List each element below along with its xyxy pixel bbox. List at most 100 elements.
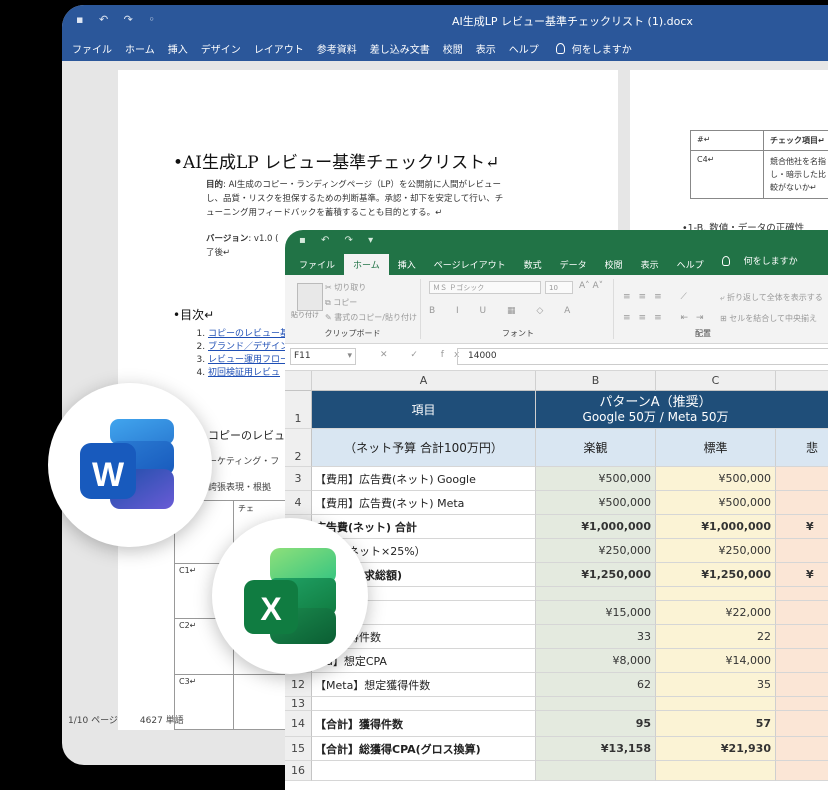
cell-label[interactable]: 【費用】広告費(ネット) Google xyxy=(312,467,536,491)
cell-pessimistic[interactable]: ¥ xyxy=(776,515,828,539)
tab-mailings[interactable]: 差し込み文書 xyxy=(370,41,430,56)
cell-optimistic[interactable]: ¥500,000 xyxy=(536,467,656,491)
paste-button[interactable]: 貼り付け xyxy=(291,310,319,320)
cell-standard[interactable] xyxy=(656,587,776,601)
tab-review[interactable]: 校閲 xyxy=(596,254,632,275)
column-header-d[interactable] xyxy=(776,371,828,391)
column-header-a[interactable]: A xyxy=(312,371,536,391)
wrap-text-button[interactable]: ⤶ 折り返して全体を表示する xyxy=(720,287,823,308)
column-header-c[interactable]: C xyxy=(656,371,776,391)
cell-standard[interactable]: ¥1,000,000 xyxy=(656,515,776,539)
cell-label[interactable]: 【合計】総獲得CPA(グロス換算) xyxy=(312,737,536,761)
tab-insert[interactable]: 挿入 xyxy=(389,254,425,275)
row-header[interactable]: 15 xyxy=(285,737,312,761)
cell-standard[interactable]: ¥250,000 xyxy=(656,539,776,563)
cell-standard[interactable]: 35 xyxy=(656,673,776,697)
cell-pessimistic[interactable] xyxy=(776,737,828,761)
row-header[interactable]: 2 xyxy=(285,429,312,467)
cell-standard[interactable]: ¥21,930 xyxy=(656,737,776,761)
cell-pessimistic[interactable] xyxy=(776,711,828,737)
cell-standard[interactable] xyxy=(656,761,776,781)
cell-standard[interactable]: ¥1,250,000 xyxy=(656,563,776,587)
row-header[interactable]: 4 xyxy=(285,491,312,515)
clipboard-icon[interactable] xyxy=(297,283,323,311)
cell-pessimistic[interactable] xyxy=(776,761,828,781)
cell-optimistic[interactable]: ¥8,000 xyxy=(536,649,656,673)
cell-optimistic[interactable] xyxy=(536,587,656,601)
format-painter-button[interactable]: ✎ 書式のコピー/貼り付け xyxy=(325,310,417,325)
select-all-corner[interactable] xyxy=(285,371,312,391)
cell-optimistic[interactable]: ¥1,000,000 xyxy=(536,515,656,539)
row-header[interactable]: 14 xyxy=(285,711,312,737)
cell-pessimistic[interactable]: ¥ xyxy=(776,563,828,587)
row-header[interactable]: 3 xyxy=(285,467,312,491)
row-header[interactable]: 1 xyxy=(285,391,312,429)
cell-standard[interactable]: 22 xyxy=(656,625,776,649)
cell-standard[interactable] xyxy=(656,697,776,711)
row-header[interactable]: 12 xyxy=(285,673,312,697)
cell-standard[interactable]: ¥500,000 xyxy=(656,491,776,515)
cut-button[interactable]: ✂ 切り取り xyxy=(325,280,417,295)
cell-label[interactable] xyxy=(312,697,536,711)
cell-optimistic[interactable]: ¥250,000 xyxy=(536,539,656,563)
tab-view[interactable]: 表示 xyxy=(632,254,668,275)
tab-layout[interactable]: レイアウト xyxy=(254,41,304,56)
tab-references[interactable]: 参考資料 xyxy=(317,41,357,56)
tab-design[interactable]: デザイン xyxy=(201,41,241,56)
tab-page-layout[interactable]: ページレイアウト xyxy=(425,254,515,275)
cell-optimistic[interactable]: 62 xyxy=(536,673,656,697)
cell-label[interactable]: 【費用】広告費(ネット) Meta xyxy=(312,491,536,515)
cell-a1[interactable]: 項目 xyxy=(312,391,536,429)
cell-pessimistic[interactable] xyxy=(776,673,828,697)
cell-pessimistic[interactable] xyxy=(776,467,828,491)
merge-center-button[interactable]: ⊞ セルを結合して中央揃え xyxy=(720,308,823,329)
tab-file[interactable]: ファイル xyxy=(290,254,344,275)
cell-standard[interactable]: 57 xyxy=(656,711,776,737)
cell-standard[interactable]: ¥22,000 xyxy=(656,601,776,625)
row-header[interactable]: 16 xyxy=(285,761,312,781)
cell-pessimistic[interactable] xyxy=(776,697,828,711)
cell-pessimistic[interactable] xyxy=(776,539,828,563)
tab-insert[interactable]: 挿入 xyxy=(168,41,188,56)
tab-help[interactable]: ヘルプ xyxy=(509,41,539,56)
cell-pessimistic[interactable] xyxy=(776,625,828,649)
alignment-icons[interactable]: ≡≡≡ ⟋≡≡≡ ⇤⇥ xyxy=(623,287,712,329)
tab-data[interactable]: データ xyxy=(551,254,596,275)
formula-icons[interactable]: ✕ ✓ fx xyxy=(380,350,469,360)
tab-help[interactable]: ヘルプ xyxy=(668,254,713,275)
cell-label[interactable]: 【Meta】想定獲得件数 xyxy=(312,673,536,697)
cell-optimistic[interactable]: 33 xyxy=(536,625,656,649)
name-box[interactable]: F11▾ xyxy=(290,348,356,365)
tab-home[interactable]: ホーム xyxy=(125,41,155,56)
row-header[interactable]: 13 xyxy=(285,697,312,711)
tab-view[interactable]: 表示 xyxy=(476,41,496,56)
copy-button[interactable]: ⧉ コピー xyxy=(325,295,417,310)
tab-file[interactable]: ファイル xyxy=(72,41,112,56)
cell-optimistic[interactable]: ¥13,158 xyxy=(536,737,656,761)
quick-access-toolbar[interactable]: ▪ ↶ ↷ ◦ xyxy=(76,13,161,26)
font-size-select[interactable]: 10 xyxy=(545,281,573,294)
tab-home[interactable]: ホーム xyxy=(344,254,389,275)
tab-formulas[interactable]: 数式 xyxy=(515,254,551,275)
cell-pessimistic[interactable] xyxy=(776,587,828,601)
cell-pessimistic[interactable] xyxy=(776,601,828,625)
cell-optimistic[interactable]: ¥1,250,000 xyxy=(536,563,656,587)
cell-standard[interactable]: ¥500,000 xyxy=(656,467,776,491)
cell-b2[interactable]: 楽観 xyxy=(536,429,656,467)
font-grow-shrink-icon[interactable]: A˄ A˅ xyxy=(579,281,603,291)
cell-a2[interactable]: （ネット予算 合計100万円） xyxy=(312,429,536,467)
cell-label[interactable] xyxy=(312,761,536,781)
font-format-buttons[interactable]: B I U ▦ ◇ A xyxy=(429,306,579,316)
cell-label[interactable]: 【合計】獲得件数 xyxy=(312,711,536,737)
cell-d2[interactable]: 悲 xyxy=(776,429,828,467)
cell-optimistic[interactable] xyxy=(536,697,656,711)
font-name-select[interactable]: ＭＳ Ｐゴシック xyxy=(429,281,541,294)
cell-pessimistic[interactable] xyxy=(776,491,828,515)
tell-me-search[interactable]: 何をしますか xyxy=(556,41,643,56)
cell-optimistic[interactable]: 95 xyxy=(536,711,656,737)
cell-pessimistic[interactable] xyxy=(776,649,828,673)
cell-optimistic[interactable] xyxy=(536,761,656,781)
cell-b1-merged[interactable]: パターンA（推奨） Google 50万 / Meta 50万 xyxy=(536,391,828,429)
cell-c2[interactable]: 標準 xyxy=(656,429,776,467)
cell-optimistic[interactable]: ¥15,000 xyxy=(536,601,656,625)
